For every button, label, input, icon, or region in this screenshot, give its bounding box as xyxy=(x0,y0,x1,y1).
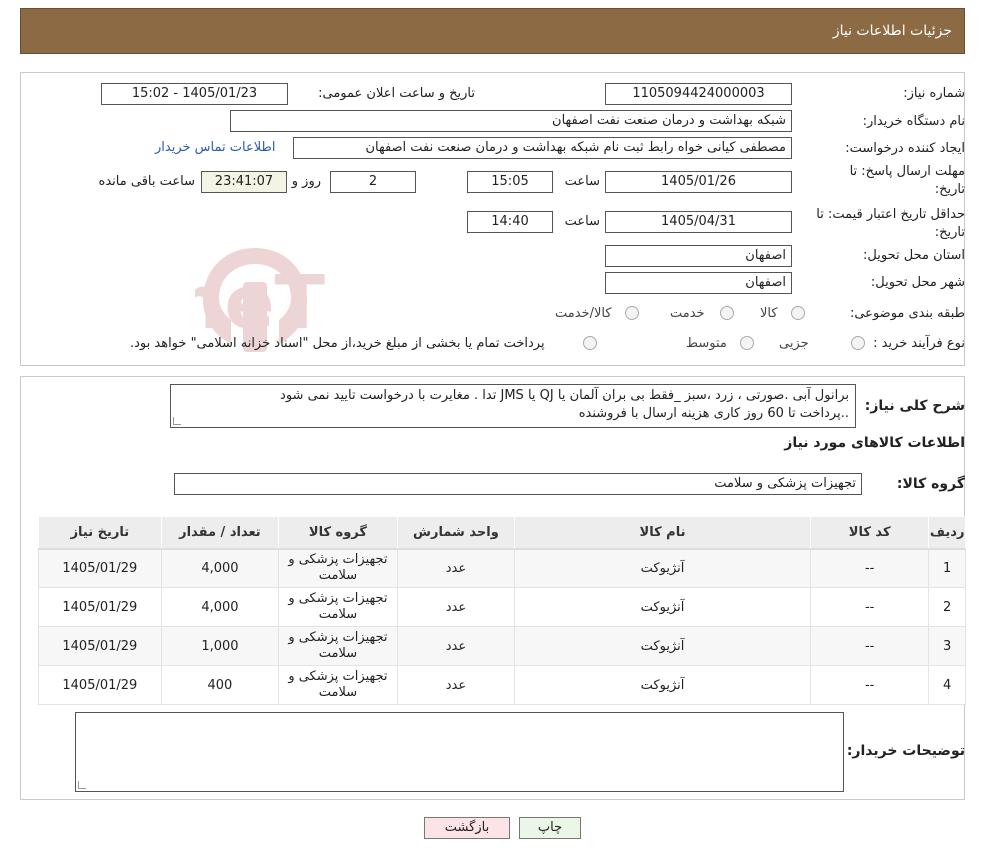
province-field: اصفهان xyxy=(605,245,792,267)
deadline-label: مهلت ارسال پاسخ: تا xyxy=(849,164,965,179)
process-medium-label: متوسط xyxy=(686,336,727,351)
buyer-notes-field[interactable] xyxy=(75,712,844,792)
cell-group: تجهیزات پزشکی و سلامت xyxy=(278,548,398,588)
cell-name: آنژیوکت xyxy=(514,587,811,627)
cell-code: -- xyxy=(809,587,930,627)
cell-code: -- xyxy=(809,548,930,588)
back-button[interactable]: بازگشت xyxy=(424,817,510,839)
days-label: روز و xyxy=(291,174,321,189)
goods-section-title: اطلاعات کالاهای مورد نیاز xyxy=(784,435,965,451)
col-row: ردیف xyxy=(928,516,966,550)
requester-field: مصطفی کیانی خواه رابط ثبت نام شبکه بهداش… xyxy=(293,137,792,159)
process-medium-radio[interactable] xyxy=(740,336,754,350)
cell-date: 1405/01/29 xyxy=(38,587,162,627)
need-number-label: شماره نیاز: xyxy=(903,86,965,101)
requester-label: ایجاد کننده درخواست: xyxy=(845,141,965,156)
deadline-time-label: ساعت xyxy=(564,174,600,189)
buyer-org-field: شبکه بهداشت و درمان صنعت نفت اصفهان xyxy=(230,110,792,132)
buyer-contact-link[interactable]: اطلاعات تماس خریدار xyxy=(155,140,275,155)
need-number-field: 1105094424000003 xyxy=(605,83,792,105)
cell-code: -- xyxy=(809,626,930,666)
buyer-notes-label: توضیحات خریدار: xyxy=(846,743,965,759)
deadline-label-date: تاریخ: xyxy=(934,182,965,197)
days-remaining-field: 2 xyxy=(330,171,416,193)
col-date: تاریخ نیاز xyxy=(38,516,162,550)
cell-group: تجهیزات پزشکی و سلامت xyxy=(278,587,398,627)
category-label: طبقه بندی موضوعی: xyxy=(849,306,965,321)
province-label: استان محل تحویل: xyxy=(863,248,965,263)
cell-row: 3 xyxy=(928,626,966,666)
cell-unit: عدد xyxy=(396,665,516,705)
cell-date: 1405/01/29 xyxy=(38,665,162,705)
table-row: 2 -- آنژیوکت عدد تجهیزات پزشکی و سلامت 4… xyxy=(38,587,966,627)
cell-name: آنژیوکت xyxy=(514,626,811,666)
cell-name: آنژیوکت xyxy=(514,548,811,588)
buyer-org-label: نام دستگاه خریدار: xyxy=(862,114,965,129)
process-minor-label: جزیی xyxy=(779,336,809,351)
process-type-label: نوع فرآیند خرید : xyxy=(873,336,965,351)
validity-time-label: ساعت xyxy=(564,214,600,229)
resize-handle-icon[interactable] xyxy=(78,781,86,789)
remaining-time-field: 23:41:07 xyxy=(201,171,287,193)
category-service-radio[interactable] xyxy=(720,306,734,320)
cell-unit: عدد xyxy=(396,548,516,588)
validity-label: حداقل تاریخ اعتبار قیمت: تا xyxy=(816,207,965,222)
goods-table-header: ردیف کد کالا نام کالا واحد شمارش گروه کا… xyxy=(38,516,966,550)
announce-datetime-label: تاریخ و ساعت اعلان عمومی: xyxy=(318,86,475,101)
cell-unit: عدد xyxy=(396,626,516,666)
table-row: 3 -- آنژیوکت عدد تجهیزات پزشکی و سلامت 1… xyxy=(38,626,966,666)
remaining-time-label: ساعت باقی مانده xyxy=(98,174,195,189)
cell-qty: 4,000 xyxy=(160,587,280,627)
category-goods-label: کالا xyxy=(760,306,778,321)
deadline-date-field: 1405/01/26 xyxy=(605,171,792,193)
cell-unit: عدد xyxy=(396,587,516,627)
cell-code: -- xyxy=(809,665,930,705)
cell-row: 2 xyxy=(928,587,966,627)
cell-qty: 1,000 xyxy=(160,626,280,666)
cell-date: 1405/01/29 xyxy=(38,626,162,666)
goods-group-label: گروه کالا: xyxy=(896,476,965,492)
description-line-2: ..پرداخت تا 60 روز کاری هزینه ارسال با ف… xyxy=(578,406,849,421)
category-service-label: خدمت xyxy=(670,306,705,321)
col-group: گروه کالا xyxy=(278,516,398,550)
category-goods-service-radio[interactable] xyxy=(625,306,639,320)
col-name: نام کالا xyxy=(514,516,811,550)
col-unit: واحد شمارش xyxy=(396,516,516,550)
deadline-time-field: 15:05 xyxy=(467,171,553,193)
table-row: 1 -- آنژیوکت عدد تجهیزات پزشکی و سلامت 4… xyxy=(38,548,966,588)
print-button[interactable]: چاپ xyxy=(519,817,581,839)
treasury-payment-note: پرداخت تمام یا بخشی از مبلغ خرید،از محل … xyxy=(130,336,545,351)
cell-name: آنژیوکت xyxy=(514,665,811,705)
treasury-note-checkbox[interactable] xyxy=(583,336,597,350)
validity-label-date: تاریخ: xyxy=(934,225,965,240)
cell-qty: 4,000 xyxy=(160,548,280,588)
description-label: شرح کلی نیاز: xyxy=(864,398,965,414)
validity-date-field: 1405/04/31 xyxy=(605,211,792,233)
cell-row: 4 xyxy=(928,665,966,705)
page-header: جزئیات اطلاعات نیاز xyxy=(20,8,965,54)
need-description-field: برانول آبی .صورتی ، زرد ،سبز _فقط بی برا… xyxy=(170,384,856,428)
city-field: اصفهان xyxy=(605,272,792,294)
validity-time-field: 14:40 xyxy=(467,211,553,233)
goods-group-field: تجهیزات پزشکی و سلامت xyxy=(174,473,862,495)
cell-date: 1405/01/29 xyxy=(38,548,162,588)
cell-group: تجهیزات پزشکی و سلامت xyxy=(278,665,398,705)
category-goods-radio[interactable] xyxy=(791,306,805,320)
cell-row: 1 xyxy=(928,548,966,588)
announce-datetime-field: 1405/01/23 - 15:02 xyxy=(101,83,288,105)
goods-table: ردیف کد کالا نام کالا واحد شمارش گروه کا… xyxy=(38,516,966,705)
col-qty: تعداد / مقدار xyxy=(160,516,280,550)
category-goods-service-label: کالا/خدمت xyxy=(555,306,612,321)
page-title: جزئیات اطلاعات نیاز xyxy=(832,23,952,39)
col-code: کد کالا xyxy=(809,516,930,550)
city-label: شهر محل تحویل: xyxy=(870,275,965,290)
cell-qty: 400 xyxy=(160,665,280,705)
table-row: 4 -- آنژیوکت عدد تجهیزات پزشکی و سلامت 4… xyxy=(38,665,966,705)
cell-group: تجهیزات پزشکی و سلامت xyxy=(278,626,398,666)
process-minor-radio[interactable] xyxy=(851,336,865,350)
resize-handle-icon[interactable] xyxy=(173,417,181,425)
description-line-1: برانول آبی .صورتی ، زرد ،سبز _فقط بی برا… xyxy=(280,388,849,403)
